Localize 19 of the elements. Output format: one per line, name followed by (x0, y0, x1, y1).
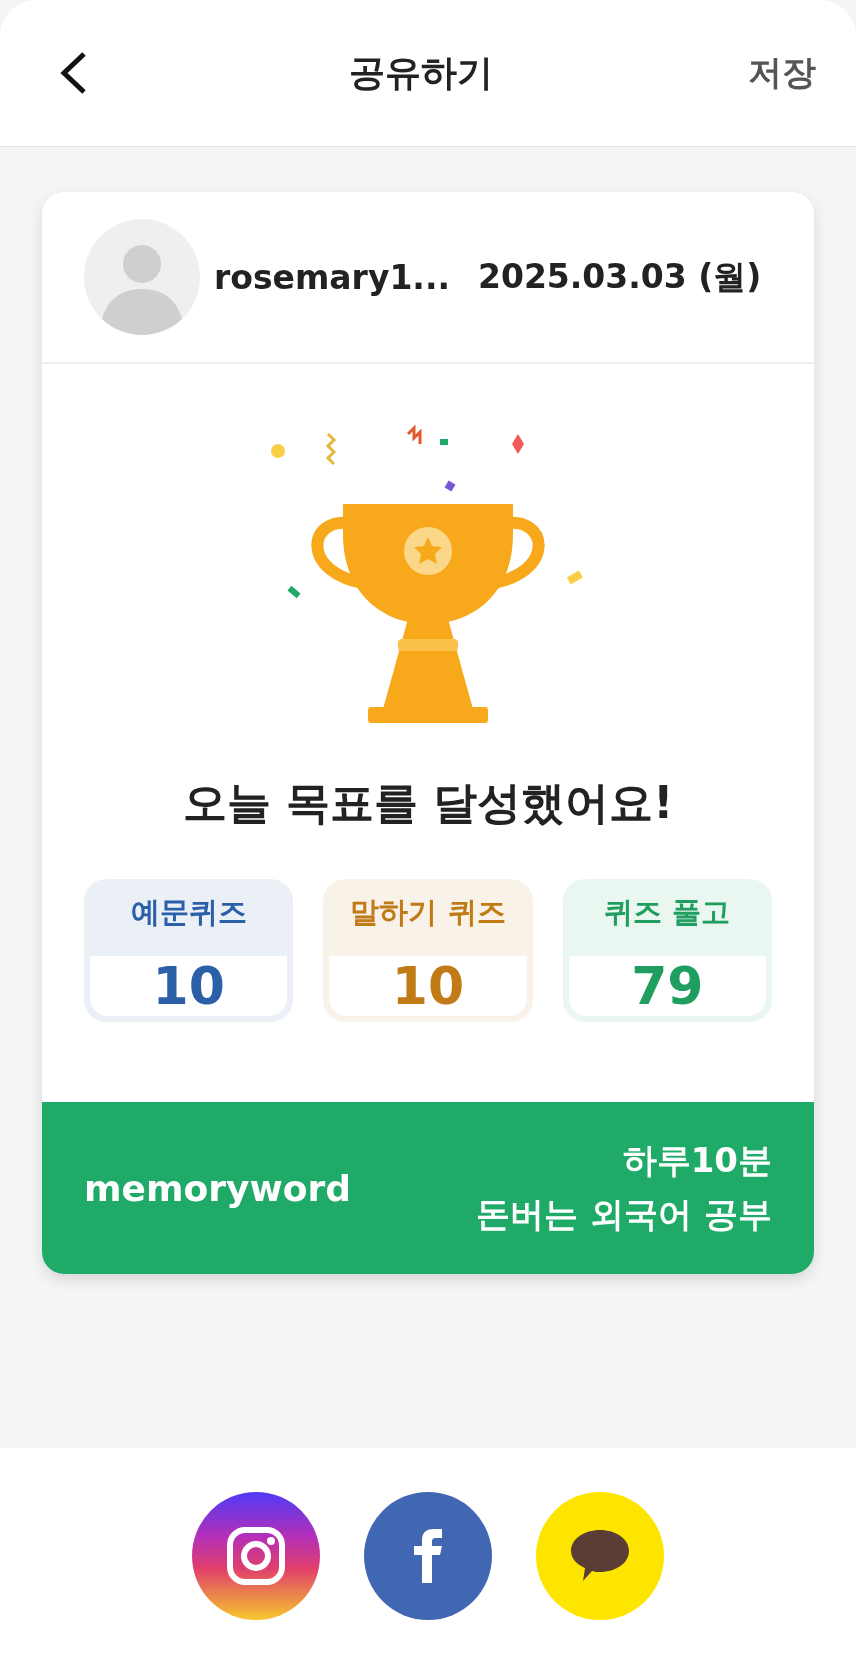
stat-label: 퀴즈 풀고 (604, 894, 731, 931)
speech-bubble-icon (571, 1530, 629, 1582)
stat-label: 예문퀴즈 (130, 894, 247, 931)
tagline: 하루10분 (622, 1139, 772, 1182)
headline: 오늘 목표를 달성했어요! (182, 776, 674, 830)
brand-name: memoryword (84, 1167, 351, 1209)
stat-value: 10 (329, 956, 527, 1016)
back-icon (58, 51, 88, 95)
date: 2025.03.03 (월) (478, 255, 762, 298)
username: rosemary1... (214, 257, 450, 297)
stat-label: 말하기 퀴즈 (350, 894, 506, 931)
facebook-f-icon (414, 1529, 442, 1583)
stat-value: 10 (90, 956, 288, 1016)
stat-value: 79 (568, 956, 766, 1016)
save-button[interactable]: 저장 (748, 50, 816, 96)
tagline: 돈버는 외국어 공부 (476, 1193, 772, 1236)
avatar-icon (84, 219, 200, 335)
page-title: 공유하기 (349, 50, 493, 95)
camera-icon (227, 1527, 285, 1585)
